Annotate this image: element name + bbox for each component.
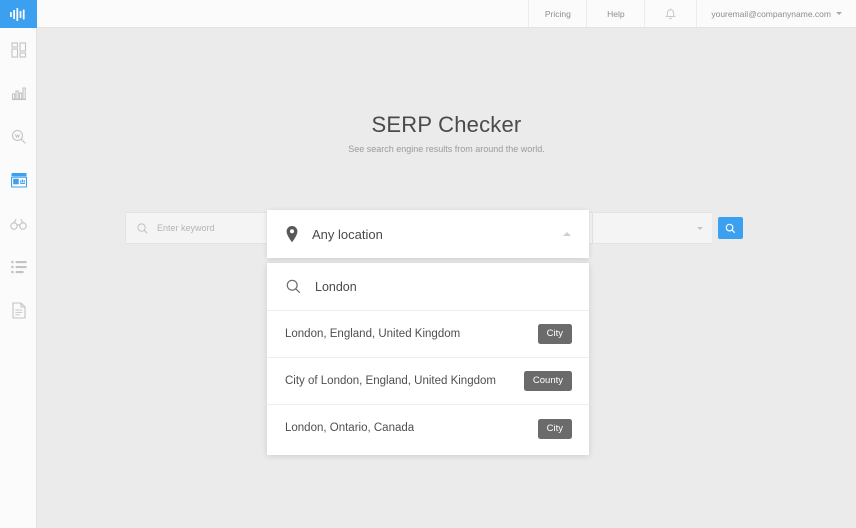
chevron-down-icon	[697, 226, 703, 230]
location-result-name: London, Ontario, Canada	[285, 422, 415, 435]
bar-chart-icon	[11, 85, 27, 101]
sidebar-item-competitor-research[interactable]	[0, 202, 37, 246]
bell-icon	[665, 8, 677, 20]
device-select[interactable]	[592, 212, 712, 244]
page-subtitle: See search engine results from around th…	[348, 144, 545, 154]
dashboard-grid-icon	[10, 42, 27, 58]
document-icon	[11, 302, 26, 319]
location-type-badge: County	[523, 371, 572, 391]
sidebar	[0, 0, 37, 528]
keyword-magnifier-icon	[11, 129, 27, 145]
nav-help-label: Help	[607, 8, 625, 19]
page-title: SERP Checker	[371, 112, 522, 137]
browser-window-icon	[10, 172, 27, 188]
location-selector[interactable]: Any location	[267, 210, 589, 258]
location-type-badge: City	[537, 418, 572, 439]
account-email-label: youremail@companyname.com	[711, 8, 831, 19]
nav-pricing-label: Pricing	[544, 8, 571, 19]
app-root: Pricing Help youremail@companyname.com S…	[0, 0, 856, 528]
location-result-row[interactable]: London, Ontario, Canada City	[267, 405, 589, 452]
sidebar-item-dashboard[interactable]	[0, 28, 37, 72]
top-header: Pricing Help youremail@companyname.com	[37, 0, 856, 28]
nav-help[interactable]: Help	[586, 0, 644, 27]
sidebar-item-reports[interactable]	[0, 289, 37, 333]
search-icon	[286, 279, 301, 294]
sidebar-item-serp-checker[interactable]	[0, 159, 37, 203]
location-type-badge: City	[537, 324, 572, 344]
location-pin-icon	[286, 226, 298, 242]
account-menu[interactable]: youremail@companyname.com	[696, 0, 856, 27]
location-selected-label: Any location	[312, 226, 383, 242]
chevron-up-icon[interactable]	[563, 232, 571, 236]
sidebar-item-keyword-research[interactable]	[0, 115, 37, 159]
search-icon	[137, 222, 148, 234]
location-dropdown-panel: London, England, United Kingdom City Cit…	[267, 263, 589, 455]
search-submit-button[interactable]	[718, 217, 743, 239]
location-result-row[interactable]: City of London, England, United Kingdom …	[267, 358, 589, 405]
search-icon	[725, 223, 736, 234]
location-result-row[interactable]: London, England, United Kingdom City	[267, 311, 589, 358]
location-result-name: City of London, England, United Kingdom	[285, 374, 496, 387]
chevron-down-icon	[836, 12, 842, 15]
sound-wave-logo-icon	[10, 7, 27, 21]
bullet-list-icon	[10, 260, 27, 274]
app-logo[interactable]	[0, 0, 37, 28]
sidebar-item-site-audit[interactable]	[0, 246, 37, 290]
location-search-field[interactable]	[267, 263, 589, 311]
nav-pricing[interactable]: Pricing	[528, 0, 586, 27]
location-result-name: London, England, United Kingdom	[285, 327, 461, 340]
sidebar-item-rank-tracking[interactable]	[0, 72, 37, 116]
location-search-input[interactable]	[315, 279, 570, 294]
notifications-button[interactable]	[644, 0, 696, 27]
glasses-icon	[10, 217, 27, 231]
